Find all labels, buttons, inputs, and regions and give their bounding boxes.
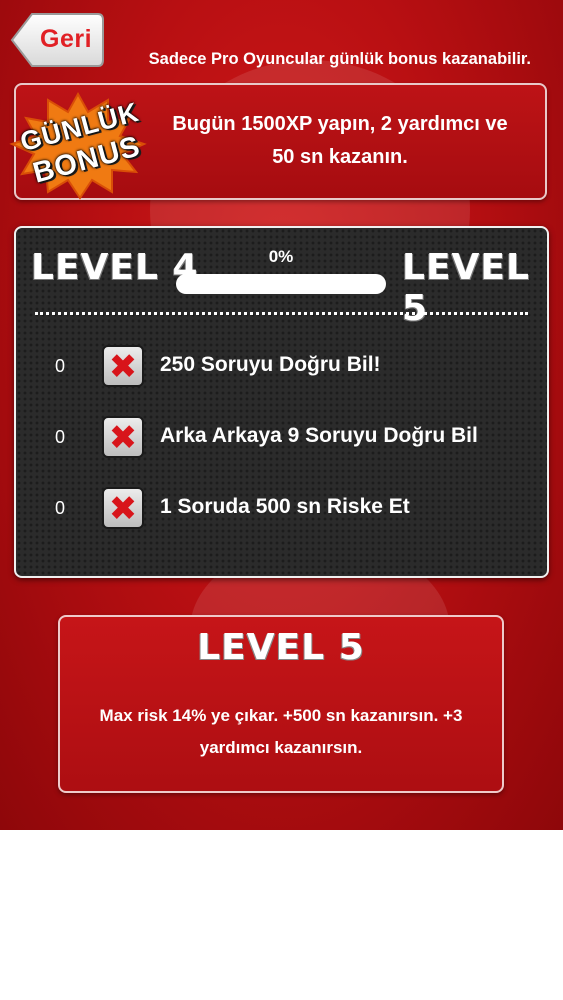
bonus-text-line2: 50 sn kazanın. [272, 146, 408, 168]
level-progress-bar [176, 274, 386, 294]
reward-text-line1: Max risk 14% ye çıkar. +500 sn kazanırsı… [99, 706, 463, 725]
x-mark-icon: ✖ [102, 345, 144, 387]
reward-level-title: LEVEL 5 [197, 627, 365, 668]
pro-notice: Sadece Pro Oyuncular günlük bonus kazana… [148, 50, 531, 68]
app-screen: Geri Sadece Pro Oyuncular günlük bonus k… [0, 0, 563, 830]
task-row: 0 ✖ 1 Soruda 500 sn Riske Et [30, 485, 530, 535]
task-label: Arka Arkaya 9 Soruyu Doğru Bil [160, 424, 478, 447]
task-count: 0 [55, 498, 66, 518]
bonus-text-line1: Bugün 1500XP yapın, 2 yardımcı ve [172, 113, 508, 135]
reward-description: Max risk 14% ye çıkar. +500 sn kazanırsı… [78, 700, 484, 764]
daily-bonus-badge: GÜNLÜK BONUS [4, 90, 152, 200]
next-level-label: LEVEL 5 [402, 247, 530, 329]
current-level-label: LEVEL 4 [31, 247, 199, 288]
task-count: 0 [55, 356, 66, 376]
task-count: 0 [55, 427, 66, 447]
task-row: 0 ✖ Arka Arkaya 9 Soruyu Doğru Bil [30, 414, 530, 464]
back-button-label: Geri [40, 25, 93, 53]
x-mark-icon: ✖ [102, 416, 144, 458]
reward-text-line2: yardımcı kazanırsın. [199, 738, 363, 757]
task-label: 250 Soruyu Doğru Bil! [160, 353, 381, 376]
progress-percent: 0% [268, 247, 294, 266]
task-row: 0 ✖ 250 Soruyu Doğru Bil! [30, 343, 530, 393]
back-button[interactable]: Geri [10, 12, 105, 68]
dotted-divider [35, 312, 528, 315]
daily-bonus-description: Bugün 1500XP yapın, 2 yardımcı ve 50 sn … [157, 108, 523, 174]
task-label: 1 Soruda 500 sn Riske Et [160, 495, 410, 518]
x-mark-icon: ✖ [102, 487, 144, 529]
